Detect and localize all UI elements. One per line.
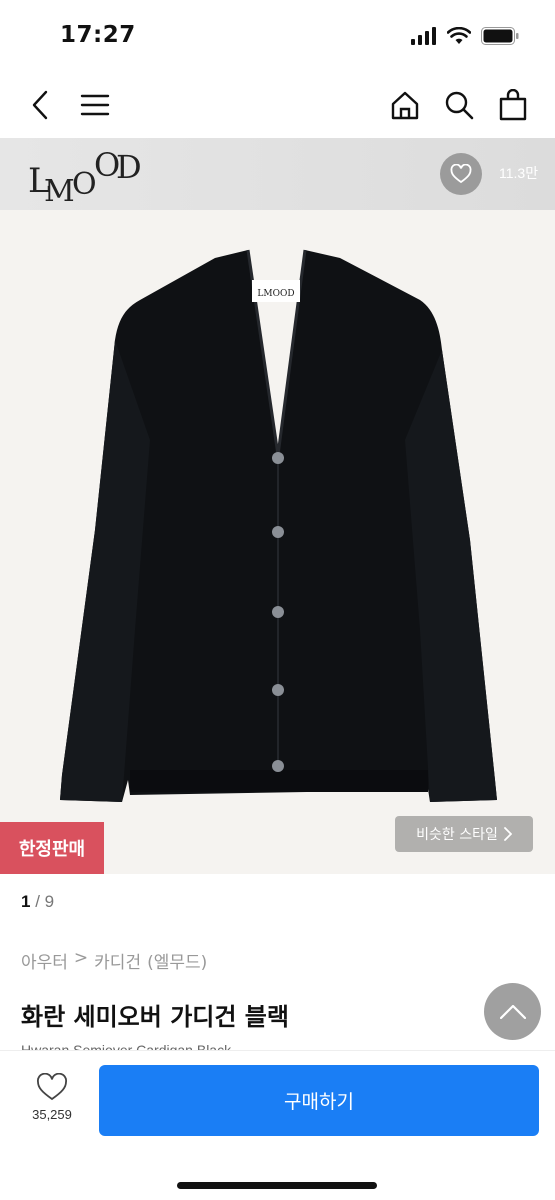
brand-like-button[interactable] xyxy=(440,153,482,195)
search-icon xyxy=(445,91,474,120)
wishlist-button[interactable]: 35,259 xyxy=(20,1073,84,1139)
breadcrumb-separator: > xyxy=(73,948,89,968)
breadcrumb-item-cardigan[interactable]: 카디건 xyxy=(94,948,141,973)
hamburger-icon xyxy=(80,94,110,116)
image-total: / 9 xyxy=(35,892,55,911)
brand-logo: L M O O D xyxy=(28,146,142,204)
image-counter: 1 / 9 xyxy=(21,892,54,912)
status-icons xyxy=(411,27,519,45)
product-image[interactable]: LMOOD 한정판매 비슷한 스타일 xyxy=(0,210,555,874)
chevron-left-icon xyxy=(32,90,48,120)
brand-banner[interactable]: L M O O D 11.3만 xyxy=(0,138,555,210)
heart-icon xyxy=(37,1073,67,1101)
home-indicator xyxy=(177,1182,377,1189)
battery-icon xyxy=(481,27,519,45)
similar-style-button[interactable]: 비슷한 스타일 xyxy=(395,816,533,852)
breadcrumb: 아우터 > 카디건 (엘무드) xyxy=(21,948,207,973)
scroll-top-button[interactable] xyxy=(484,983,541,1040)
brand-like-count: 11.3만 xyxy=(499,165,539,181)
back-button[interactable] xyxy=(20,84,62,126)
product-title: 화란 세미오버 가디건 블랙 xyxy=(21,1003,289,1031)
product-subtitle: Hwaran Semiover Cardigan Black xyxy=(21,1042,232,1050)
cart-button[interactable] xyxy=(492,84,534,126)
wishlist-count: 35,259 xyxy=(32,1107,72,1122)
chevron-right-icon xyxy=(503,827,512,841)
svg-text:LMOOD: LMOOD xyxy=(257,289,294,299)
status-time: 17:27 xyxy=(60,22,136,48)
status-bar: 17:27 xyxy=(0,0,555,72)
home-icon xyxy=(391,91,419,120)
buy-button[interactable]: 구매하기 xyxy=(99,1065,539,1136)
svg-text:M: M xyxy=(44,174,75,204)
breadcrumb-item-outer[interactable]: 아우터 xyxy=(21,948,68,973)
cardigan-image: LMOOD xyxy=(60,249,497,802)
search-button[interactable] xyxy=(438,84,480,126)
signal-icon xyxy=(411,27,436,45)
limited-sale-badge: 한정판매 xyxy=(0,822,104,874)
nav-bar xyxy=(0,72,555,138)
wifi-icon xyxy=(447,27,471,44)
image-index: 1 xyxy=(21,892,31,911)
similar-style-label: 비슷한 스타일 xyxy=(416,827,498,843)
chevron-up-icon xyxy=(499,1004,526,1019)
home-button[interactable] xyxy=(384,84,426,126)
heart-icon xyxy=(450,164,472,184)
shopping-bag-icon xyxy=(499,89,527,121)
svg-text:D: D xyxy=(116,148,142,186)
svg-text:O: O xyxy=(72,167,97,202)
breadcrumb-item-brand[interactable]: (엘무드) xyxy=(147,948,207,973)
menu-button[interactable] xyxy=(74,84,116,126)
bottom-action-bar: 35,259 구매하기 xyxy=(0,1050,555,1200)
